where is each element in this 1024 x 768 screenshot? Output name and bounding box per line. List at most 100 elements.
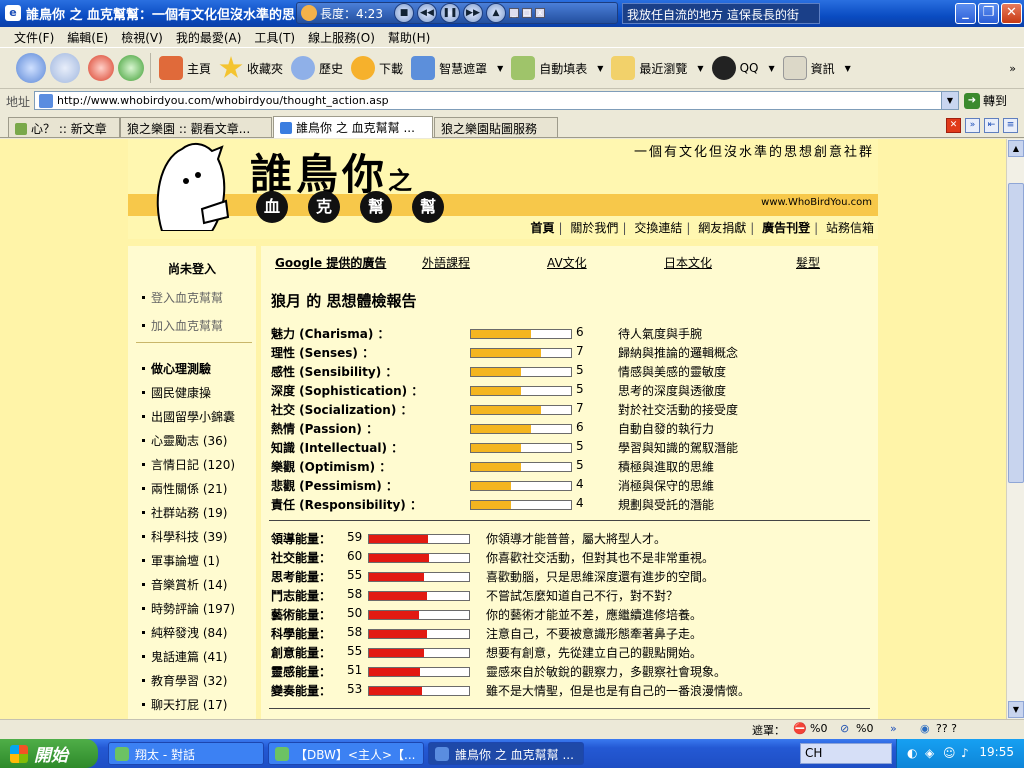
ad-link[interactable]: Google 提供的廣告 xyxy=(275,254,386,271)
nav-advertise[interactable]: 廣告刊登 xyxy=(758,221,814,235)
popup-block-icon[interactable]: ⛔ xyxy=(793,722,807,735)
tab-list-icon[interactable]: ≡ xyxy=(1003,118,1018,133)
stop-loading-button[interactable] xyxy=(88,55,114,81)
nav-donate[interactable]: 網友捐獻 xyxy=(694,221,750,235)
chevron-down-icon[interactable]: ▼ xyxy=(497,64,503,73)
tab-1[interactable]: 心？ :: 新文章 xyxy=(8,117,120,137)
tab-2[interactable]: 狼之樂園 :: 觀看文章... xyxy=(120,117,272,137)
qq-button[interactable]: QQ ▼ xyxy=(708,50,779,86)
category-link[interactable]: 髮型 xyxy=(796,254,820,271)
previous-button[interactable]: ◀◀ xyxy=(416,3,437,23)
language-bar[interactable]: CH xyxy=(800,743,892,764)
close-button[interactable]: ✕ xyxy=(1001,3,1022,24)
stop-button[interactable]: ■ xyxy=(393,3,414,23)
nav-links[interactable]: 交換連結 xyxy=(630,221,686,235)
sidebar-item[interactable]: 科學科技 (39) xyxy=(142,528,227,545)
taskbar-item[interactable]: 【DBW】<主人>【... xyxy=(268,742,424,765)
nav-home[interactable]: 首頁 xyxy=(527,221,559,235)
tray-icon[interactable]: ☺ xyxy=(943,746,956,760)
sidebar-item[interactable]: 做心理測驗 xyxy=(142,360,211,377)
energy-bar-fill xyxy=(369,649,424,657)
eject-button[interactable]: ▲ xyxy=(485,3,506,23)
menu-favorites[interactable]: 我的最愛(A) xyxy=(176,29,242,46)
sidebar-item[interactable]: 聊天打屁 (17) xyxy=(142,696,227,713)
download-button[interactable]: 下載 xyxy=(347,50,407,86)
sidebar-item[interactable]: 純粹發洩 (84) xyxy=(142,624,227,641)
minimize-button[interactable]: _ xyxy=(955,3,976,24)
category-link[interactable]: AV文化 xyxy=(547,254,587,271)
tab-scroll-right-icon[interactable]: » xyxy=(965,118,980,133)
section-divider xyxy=(269,708,870,709)
recent-button[interactable]: 最近瀏覽 ▼ xyxy=(607,50,707,86)
tray-icon[interactable]: ♪ xyxy=(961,746,969,760)
scroll-down-icon[interactable]: ▼ xyxy=(1008,701,1024,718)
trait-row: 悲觀 (Pessimism) ： 4 消極與保守的思維 xyxy=(271,477,715,493)
sidebar-item[interactable]: 兩性關係 (21) xyxy=(142,480,227,497)
ad-block-icon[interactable]: ⊘ xyxy=(840,722,849,735)
taskbar-item[interactable]: 誰鳥你 之 血克幫幫 ... xyxy=(428,742,584,765)
pause-button[interactable]: ❚❚ xyxy=(439,3,460,23)
menu-help[interactable]: 幫助(H) xyxy=(388,29,430,46)
scroll-up-icon[interactable]: ▲ xyxy=(1008,140,1024,157)
address-url[interactable]: http://www.whobirdyou.com/whobirdyou/tho… xyxy=(57,94,389,107)
back-button[interactable] xyxy=(16,53,46,83)
sidebar-item[interactable]: 時勢評論 (197) xyxy=(142,600,235,617)
chevron-down-icon[interactable]: ▼ xyxy=(941,92,958,109)
expand-icon[interactable]: » xyxy=(890,722,897,735)
chevron-down-icon[interactable]: ▼ xyxy=(697,64,703,73)
chevron-down-icon[interactable]: ▼ xyxy=(597,64,603,73)
sidebar-item[interactable]: 言情日記 (120) xyxy=(142,456,235,473)
main-content: Google 提供的廣告 外語課程 AV文化 日本文化 髮型 狼月 的 思想體檢… xyxy=(261,246,878,719)
scroll-thumb[interactable] xyxy=(1008,183,1024,483)
vertical-scrollbar[interactable]: ▲ ▼ xyxy=(1006,139,1024,719)
info-button[interactable]: 資訊 ▼ xyxy=(779,50,855,86)
refresh-button[interactable] xyxy=(118,55,144,81)
sidebar-item[interactable]: 教育學習 (32) xyxy=(142,672,227,689)
category-link[interactable]: 外語課程 xyxy=(422,254,470,271)
forward-button[interactable] xyxy=(50,53,80,83)
sidebar-item[interactable]: 社群站務 (19) xyxy=(142,504,227,521)
sidebar-item[interactable]: 國民健康操 xyxy=(142,384,211,401)
maximize-button[interactable]: ❐ xyxy=(978,3,999,24)
menu-view[interactable]: 檢視(V) xyxy=(121,29,163,46)
sidebar-item[interactable]: 軍事論壇 (1) xyxy=(142,552,220,569)
login-link[interactable]: 登入血克幫幫 xyxy=(142,289,223,306)
sidebar-item[interactable]: 鬼話連篇 (41) xyxy=(142,648,227,665)
autofill-button[interactable]: 自動填表 ▼ xyxy=(507,50,607,86)
menu-tools[interactable]: 工具(T) xyxy=(254,29,295,46)
menu-edit[interactable]: 編輯(E) xyxy=(67,29,108,46)
energy-row: 思考能量： 55 喜歡動腦，只是思維深度還有進步的空間。 xyxy=(271,568,715,584)
player-max-button[interactable]: □ xyxy=(521,8,532,18)
tab-4[interactable]: 狼之樂園貼圖服務 xyxy=(434,117,558,137)
taskbar-item[interactable]: 翔太 - 對話 xyxy=(108,742,264,765)
nav-mailbox[interactable]: 站務信箱 xyxy=(822,221,878,235)
next-button[interactable]: ▶▶ xyxy=(462,3,483,23)
chevron-down-icon[interactable]: ▼ xyxy=(845,64,851,73)
player-min-button[interactable]: _ xyxy=(508,8,519,18)
join-link[interactable]: 加入血克幫幫 xyxy=(142,317,223,334)
sidebar: 尚未登入 登入血克幫幫 加入血克幫幫 做心理測驗 國民健康操 出國留學小錦囊 心… xyxy=(128,246,256,719)
nav-about[interactable]: 關於我們 xyxy=(566,221,622,235)
home-button[interactable]: 主頁 xyxy=(155,50,215,86)
tray-icon[interactable]: ◐ xyxy=(907,746,917,760)
player-close-button[interactable]: x xyxy=(534,8,545,18)
sidebar-item[interactable]: 音樂賞析 (14) xyxy=(142,576,227,593)
favorites-button[interactable]: 收藏夾 xyxy=(215,50,287,86)
tab-3[interactable]: 誰鳥你 之 血克幫幫 ... xyxy=(273,116,433,138)
menu-online-services[interactable]: 線上服務(O) xyxy=(308,29,375,46)
chevron-down-icon[interactable]: ▼ xyxy=(768,64,774,73)
address-input[interactable]: http://www.whobirdyou.com/whobirdyou/tho… xyxy=(34,91,959,110)
smart-mask-button[interactable]: 智慧遮罩 ▼ xyxy=(407,50,507,86)
category-link[interactable]: 日本文化 xyxy=(664,254,712,271)
tab-first-icon[interactable]: ⇤ xyxy=(984,118,999,133)
energy-bar-fill xyxy=(369,535,428,543)
history-button[interactable]: 歷史 xyxy=(287,50,347,86)
start-button[interactable]: 開始 xyxy=(0,739,98,768)
sidebar-item[interactable]: 心靈勵志 (36) xyxy=(142,432,227,449)
menu-file[interactable]: 文件(F) xyxy=(14,29,54,46)
close-tab-icon[interactable]: ✕ xyxy=(946,118,961,133)
tray-icon[interactable]: ◈ xyxy=(925,746,934,760)
sidebar-item[interactable]: 出國留學小錦囊 xyxy=(142,408,235,425)
go-button[interactable]: ➜ 轉到 xyxy=(964,92,1007,109)
toolbar-overflow-icon[interactable]: » xyxy=(1009,62,1016,75)
